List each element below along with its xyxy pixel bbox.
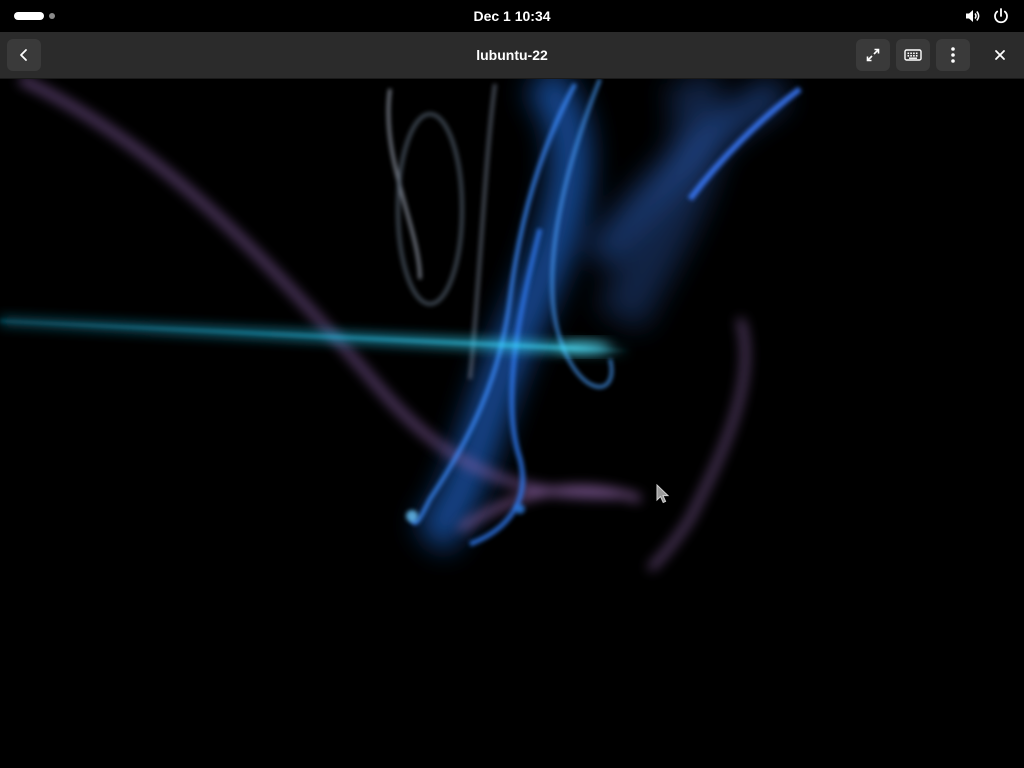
fullscreen-button[interactable]: [856, 39, 890, 71]
header-bar: lubuntu-22: [0, 32, 1024, 79]
active-workspace-indicator[interactable]: [14, 12, 44, 20]
activities-indicator[interactable]: [14, 12, 55, 20]
close-icon: [994, 49, 1006, 61]
chevron-left-icon: [16, 47, 32, 63]
top-bar: Dec 1 10:34: [0, 0, 1024, 32]
close-button[interactable]: [983, 39, 1017, 71]
system-tray[interactable]: [964, 6, 1010, 26]
mouse-pointer-icon: [656, 483, 670, 509]
clock[interactable]: Dec 1 10:34: [473, 8, 550, 24]
expand-icon: [865, 47, 881, 63]
back-button[interactable]: [7, 39, 41, 71]
window-title: lubuntu-22: [476, 47, 548, 63]
keyboard-icon: [904, 48, 922, 62]
volume-icon[interactable]: [964, 7, 982, 25]
menu-button[interactable]: [936, 39, 970, 71]
remote-desktop-view[interactable]: [0, 79, 1024, 768]
power-icon[interactable]: [992, 7, 1010, 25]
keyboard-button[interactable]: [896, 39, 930, 71]
workspace-dot[interactable]: [49, 13, 55, 19]
clock-container: Dec 1 10:34: [0, 0, 1024, 32]
vertical-dots-icon: [950, 46, 956, 64]
desktop-wallpaper: [0, 79, 1024, 768]
